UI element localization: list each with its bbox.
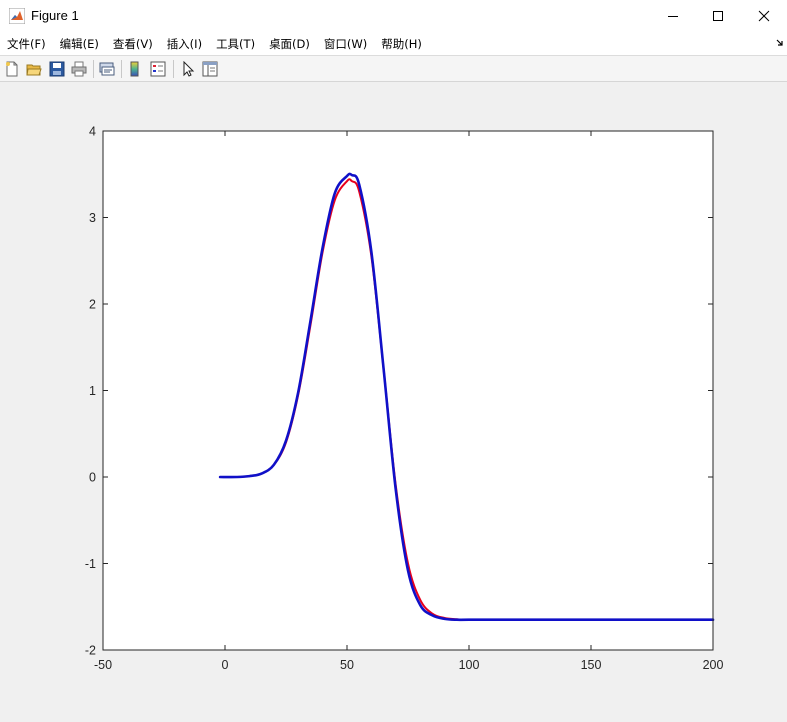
window-title: Figure 1 xyxy=(31,8,79,23)
open-file-icon xyxy=(26,64,42,76)
maximize-button[interactable] xyxy=(695,0,741,32)
edit-plot-icon xyxy=(183,61,195,77)
menu-desktop[interactable]: 桌面(D) xyxy=(266,32,313,56)
insert-colorbar-button[interactable] xyxy=(125,59,145,79)
toolbar-separator xyxy=(121,60,122,78)
figure-toolbar xyxy=(0,56,787,82)
toolbar-separator xyxy=(93,60,94,78)
new-figure-icon xyxy=(6,61,18,77)
insert-colorbar-icon xyxy=(130,61,139,77)
maximize-icon xyxy=(713,11,723,21)
menu-tools[interactable]: 工具(T) xyxy=(213,32,258,56)
link-plot-button[interactable] xyxy=(97,59,117,79)
property-inspector-button[interactable] xyxy=(200,59,220,79)
dock-arrow-icon[interactable] xyxy=(776,39,784,47)
property-inspector-icon xyxy=(202,61,218,77)
print-icon xyxy=(71,61,87,77)
y-tick-label: 3 xyxy=(89,211,96,225)
print-button[interactable] xyxy=(69,59,89,79)
minimize-button[interactable] xyxy=(650,0,696,32)
y-tick-label: 1 xyxy=(89,384,96,398)
x-tick-label: 200 xyxy=(703,658,724,672)
close-icon xyxy=(758,10,770,22)
menu-insert[interactable]: 插入(I) xyxy=(164,32,205,56)
x-tick-label: 150 xyxy=(581,658,602,672)
menu-view[interactable]: 查看(V) xyxy=(110,32,156,56)
y-tick-label: -1 xyxy=(85,557,96,571)
x-tick-label: 100 xyxy=(459,658,480,672)
title-bar: Figure 1 xyxy=(0,0,787,32)
figure-canvas: -50 0 50 100 150 200 -2 -1 0 1 2 3 4 xyxy=(0,82,787,722)
link-plot-icon xyxy=(99,62,115,76)
save-icon xyxy=(49,61,65,77)
save-button[interactable] xyxy=(47,59,67,79)
matlab-icon xyxy=(9,8,25,24)
insert-legend-icon xyxy=(150,61,166,77)
y-tick-label: 0 xyxy=(89,471,96,485)
menu-edit[interactable]: 编辑(E) xyxy=(57,32,102,56)
menu-bar: 文件(F) 编辑(E) 查看(V) 插入(I) 工具(T) 桌面(D) 窗口(W… xyxy=(0,32,787,56)
insert-legend-button[interactable] xyxy=(148,59,168,79)
new-figure-button[interactable] xyxy=(2,59,22,79)
minimize-icon xyxy=(668,16,678,17)
x-tick-label: 50 xyxy=(340,658,354,672)
line-chart: -50 0 50 100 150 200 -2 -1 0 1 2 3 4 xyxy=(85,125,724,673)
menu-help[interactable]: 帮助(H) xyxy=(378,32,425,56)
y-tick-label: 2 xyxy=(89,298,96,312)
x-tick-label: 0 xyxy=(222,658,229,672)
close-button[interactable] xyxy=(741,0,787,32)
toolbar-separator xyxy=(173,60,174,78)
open-file-button[interactable] xyxy=(24,59,44,79)
edit-plot-button[interactable] xyxy=(178,59,198,79)
y-tick-label: 4 xyxy=(89,125,96,139)
y-tick-label: -2 xyxy=(85,644,96,658)
menu-window[interactable]: 窗口(W) xyxy=(321,32,370,56)
x-tick-label: -50 xyxy=(94,658,112,672)
menu-file[interactable]: 文件(F) xyxy=(4,32,49,56)
